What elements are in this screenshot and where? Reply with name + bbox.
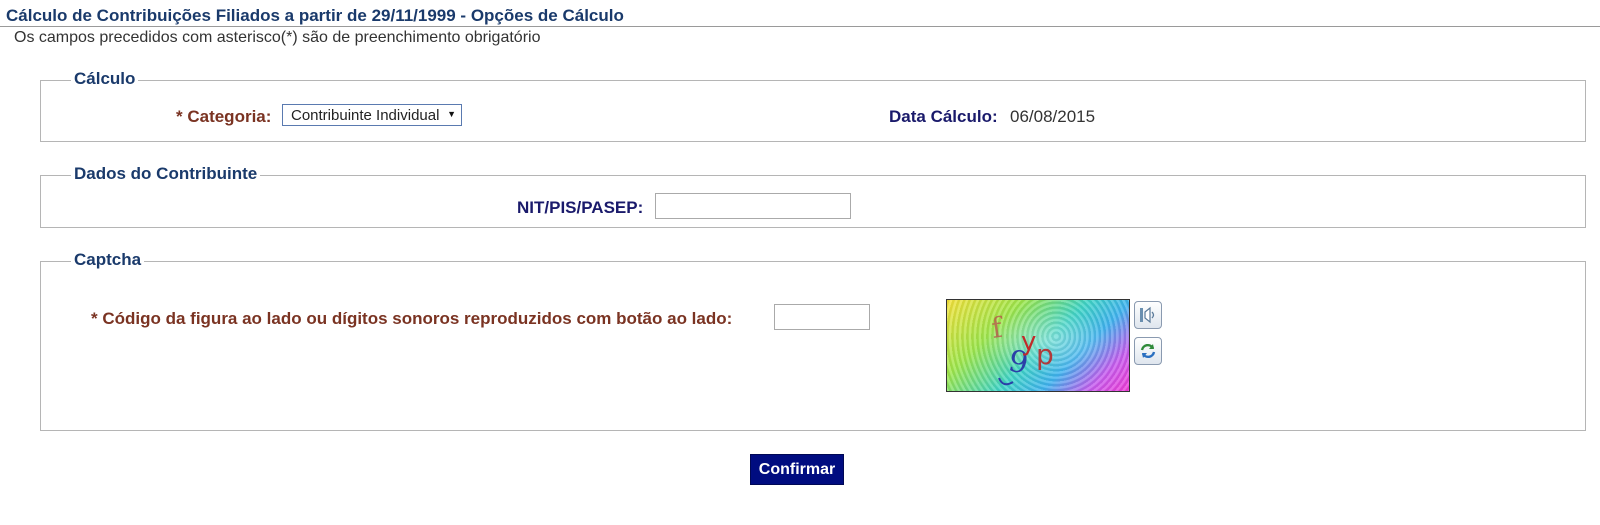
captcha-char: p [1036, 338, 1054, 371]
confirm-button[interactable]: Confirmar [750, 454, 844, 485]
fieldset-calculo: Cálculo * Categoria: Contribuinte Indivi… [40, 69, 1586, 142]
refresh-captcha-button[interactable] [1134, 337, 1162, 365]
refresh-icon [1140, 343, 1156, 359]
fieldset-dados-contribuinte: Dados do Contribuinte NIT/PIS/PASEP: [40, 164, 1586, 228]
fieldset-calculo-legend: Cálculo [71, 69, 139, 89]
captcha-glyphs: f 9 y p [989, 310, 1054, 386]
data-calculo-value: 06/08/2015 [1010, 107, 1096, 126]
captcha-char: y [1021, 327, 1036, 357]
audio-captcha-button[interactable] [1134, 301, 1162, 329]
required-fields-note: Os campos precedidos com asterisco(*) sã… [14, 29, 541, 46]
page-title: Cálculo de Contribuições Filiados a part… [6, 6, 624, 25]
nit-pis-pasep-label: NIT/PIS/PASEP: [517, 198, 644, 217]
speaker-icon [1140, 306, 1155, 324]
title-divider [0, 26, 1600, 27]
nit-pis-pasep-input[interactable] [655, 193, 851, 219]
captcha-code-input[interactable] [774, 304, 870, 330]
fieldset-captcha-legend: Captcha [71, 250, 145, 270]
data-calculo-label: Data Cálculo: [889, 107, 998, 126]
categoria-label: * Categoria: [176, 107, 272, 126]
fieldset-captcha: Captcha * Código da figura ao lado ou dí… [40, 250, 1586, 431]
captcha-char: f [989, 310, 1006, 344]
categoria-select[interactable]: Contribuinte Individual ▼ [282, 104, 462, 126]
captcha-code-label: * Código da figura ao lado ou dígitos so… [91, 309, 733, 328]
fieldset-contribuinte-legend: Dados do Contribuinte [71, 164, 261, 184]
chevron-down-icon: ▼ [447, 109, 456, 119]
captcha-image: f 9 y p [946, 299, 1130, 392]
categoria-selected-value: Contribuinte Individual [291, 106, 440, 124]
